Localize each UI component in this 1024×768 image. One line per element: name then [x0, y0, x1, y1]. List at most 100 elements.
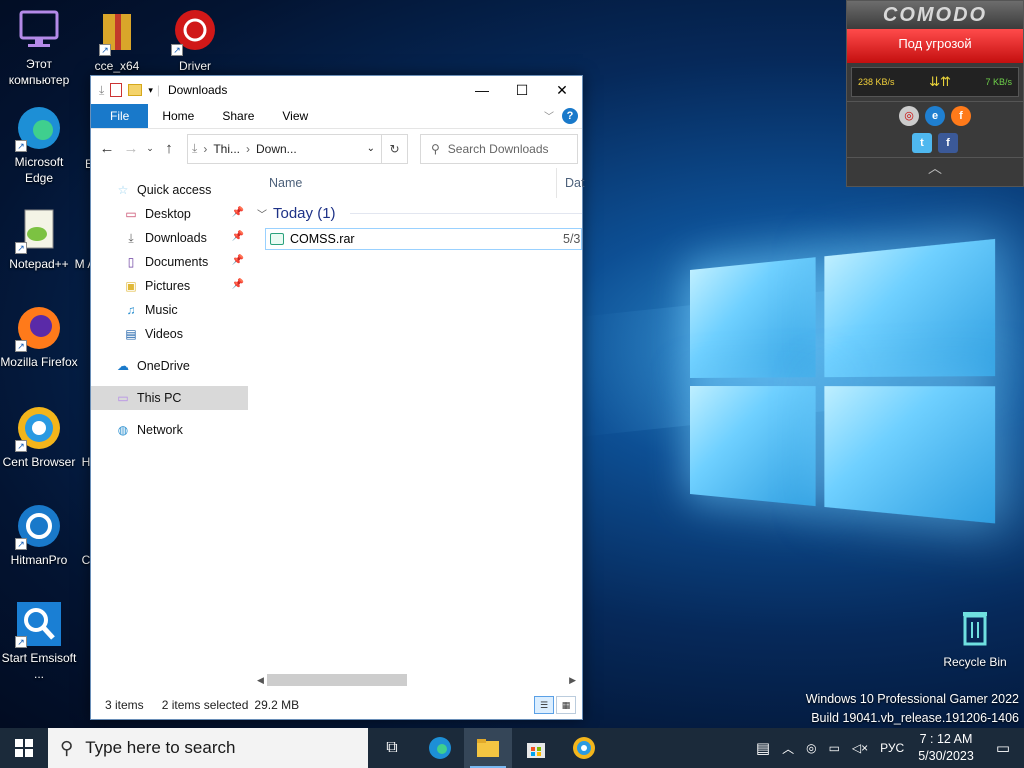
search-placeholder: Search Downloads — [447, 141, 549, 156]
desktop-icon-edge[interactable]: ↗ Microsoft Edge — [0, 104, 78, 186]
chevron-down-icon[interactable]: ﹀ — [257, 206, 267, 221]
desktop-icon-label: Recycle Bin — [943, 655, 1007, 669]
nav-label: Videos — [145, 327, 183, 341]
group-header-today[interactable]: ﹀ Today (1) — [251, 198, 582, 228]
desktop-icon-cce[interactable]: ↗ cce_x64 — [78, 8, 156, 74]
nav-network[interactable]: ◍ Network — [91, 418, 248, 442]
desktop-icon-hitmanpro[interactable]: ↗ HitmanPro — [0, 502, 78, 568]
details-view-icon[interactable]: ☰ — [534, 696, 554, 714]
taskbar-search-input[interactable]: ⚲ Type here to search — [48, 728, 368, 768]
desktop-icon-cent-browser[interactable]: ↗ Cent Browser — [0, 404, 78, 470]
up-arrow-icon[interactable]: ↑ — [157, 140, 181, 157]
file-row[interactable]: COMSS.rar 5/3 — [265, 228, 582, 250]
column-name[interactable]: Name — [251, 176, 302, 190]
nav-videos[interactable]: ▤ Videos — [91, 322, 248, 346]
nav-pictures[interactable]: ▣ Pictures 📌 — [91, 274, 248, 298]
chevron-up-icon[interactable]: ︿ — [847, 157, 1023, 179]
maximize-button[interactable]: ☐ — [502, 76, 542, 104]
large-icons-view-icon[interactable]: ▦ — [556, 696, 576, 714]
folder-icon[interactable] — [128, 84, 143, 96]
desktop-icon-driver[interactable]: ↗ Driver — [156, 8, 234, 74]
desktop-icon-recycle-bin[interactable]: Recycle Bin — [936, 604, 1014, 670]
scroll-thumb[interactable] — [267, 674, 407, 686]
desktop-icon-label: HitmanPro — [10, 553, 68, 567]
taskbar-store[interactable] — [512, 728, 560, 768]
nav-documents[interactable]: ▯ Documents 📌 — [91, 250, 248, 274]
taskbar-cent-browser[interactable] — [560, 728, 608, 768]
tab-share[interactable]: Share — [208, 104, 268, 128]
desktop-icon-notepadpp[interactable]: ↗ Notepad++ — [0, 206, 78, 272]
file-explorer-window[interactable]: ⤓ ▾ | Downloads — ☐ ✕ File Home Share Vi… — [90, 75, 584, 720]
nav-quick-access[interactable]: ☆ Quick access — [91, 178, 248, 202]
back-arrow-icon[interactable]: ← — [95, 140, 119, 157]
column-date[interactable]: Dat — [556, 168, 584, 198]
notifications-icon[interactable]: ▭ — [982, 739, 1024, 757]
clock[interactable]: 7 : 12 AM 5/30/2023 — [910, 731, 982, 765]
title-bar[interactable]: ⤓ ▾ | Downloads — ☐ ✕ — [91, 76, 582, 104]
nav-desktop[interactable]: ▭ Desktop 📌 — [91, 202, 248, 226]
customize-dropdown-icon[interactable]: ▾ — [148, 85, 153, 96]
pin-icon[interactable]: 📌 — [232, 279, 244, 290]
close-button[interactable]: ✕ — [542, 76, 582, 104]
nav-music[interactable]: ♫ Music — [91, 298, 248, 322]
tab-file[interactable]: File — [91, 104, 149, 128]
recent-locations-icon[interactable]: ⌄ — [143, 143, 157, 154]
music-icon: ♫ — [126, 303, 136, 317]
minimize-button[interactable]: — — [462, 76, 502, 104]
tab-home[interactable]: Home — [148, 104, 208, 128]
scroll-right-icon[interactable]: ▶ — [569, 675, 576, 686]
dragon-browser-icon[interactable]: ◎ — [899, 105, 919, 126]
pin-icon[interactable]: 📌 — [232, 207, 244, 218]
column-headers: Name Dat — [251, 168, 584, 198]
twitter-icon[interactable]: t — [912, 133, 932, 153]
search-input[interactable]: ⚲ Search Downloads — [420, 133, 578, 164]
refresh-icon[interactable]: ↻ — [382, 133, 408, 164]
recycle-bin-icon — [951, 604, 999, 652]
nav-label: Quick access — [137, 183, 212, 197]
taskbar-edge[interactable] — [416, 728, 464, 768]
file-date: 5/3 — [563, 232, 581, 246]
chevron-down-icon[interactable]: ﹀ — [544, 108, 554, 123]
download-arrow-icon[interactable]: ⤓ — [99, 83, 104, 98]
volume-icon[interactable]: ◁× — [846, 741, 874, 755]
edge-icon: ↗ — [15, 104, 63, 152]
cent-browser-icon: ↗ — [15, 404, 63, 452]
comodo-widget[interactable]: COMODO Под угрозой 238 KB/s ⇊⇈ 7 KB/s ◎ … — [846, 0, 1024, 187]
mouse-cursor — [401, 86, 410, 100]
defender-icon[interactable]: ◎ — [800, 741, 822, 755]
properties-icon[interactable] — [110, 83, 123, 97]
network-tray-icon[interactable]: ▭ — [823, 741, 846, 755]
firefox-icon[interactable]: f — [951, 105, 971, 126]
breadcrumb-this-pc[interactable]: Thi... — [213, 142, 240, 156]
desktop-icon-firefox[interactable]: ↗ Mozilla Firefox — [0, 304, 78, 370]
internet-explorer-icon[interactable]: e — [925, 105, 945, 126]
breadcrumb-downloads[interactable]: Down... — [256, 142, 297, 156]
monitor-icon: ▭ — [117, 391, 129, 405]
desktop-icon-label: Этот компьютер — [8, 57, 70, 87]
desktop-icon-this-pc[interactable]: Этот компьютер — [0, 6, 78, 88]
comodo-speed-panel: 238 KB/s ⇊⇈ 7 KB/s — [851, 67, 1019, 97]
address-box[interactable]: ⤓ › Thi... › Down... ⌄ — [187, 133, 382, 164]
horizontal-scrollbar[interactable]: ◀ ▶ — [257, 673, 576, 687]
nav-onedrive[interactable]: ☁ OneDrive — [91, 354, 248, 378]
scroll-left-icon[interactable]: ◀ — [257, 675, 264, 686]
chevron-up-icon[interactable]: ︿ — [776, 740, 800, 757]
taskbar-file-explorer[interactable] — [464, 728, 512, 768]
nav-this-pc[interactable]: ▭ This PC — [91, 386, 248, 410]
start-button[interactable] — [0, 728, 48, 768]
firefox-icon: ↗ — [15, 304, 63, 352]
pin-icon[interactable]: 📌 — [232, 231, 244, 242]
tab-view[interactable]: View — [268, 104, 322, 128]
task-view-button[interactable]: ⧉ — [368, 728, 416, 768]
nav-downloads[interactable]: ⤓ Downloads 📌 — [91, 226, 248, 250]
pin-icon[interactable]: 📌 — [232, 255, 244, 266]
comodo-alert-button[interactable]: Под угрозой — [847, 29, 1023, 63]
facebook-icon[interactable]: f — [938, 133, 958, 153]
help-icon[interactable]: ? — [562, 108, 578, 124]
desktop-icon-emsisoft[interactable]: ↗ Start Emsisoft ... — [0, 600, 78, 682]
language-indicator[interactable]: РУС — [874, 741, 910, 755]
keyboard-icon[interactable]: ▤ — [750, 739, 776, 757]
address-dropdown-icon[interactable]: ⌄ — [367, 143, 375, 154]
file-list-pane: Name Dat ﹀ Today (1) COMSS.rar 5/3 ◀ ▶ — [251, 168, 584, 691]
forward-arrow-icon[interactable]: → — [119, 140, 143, 157]
